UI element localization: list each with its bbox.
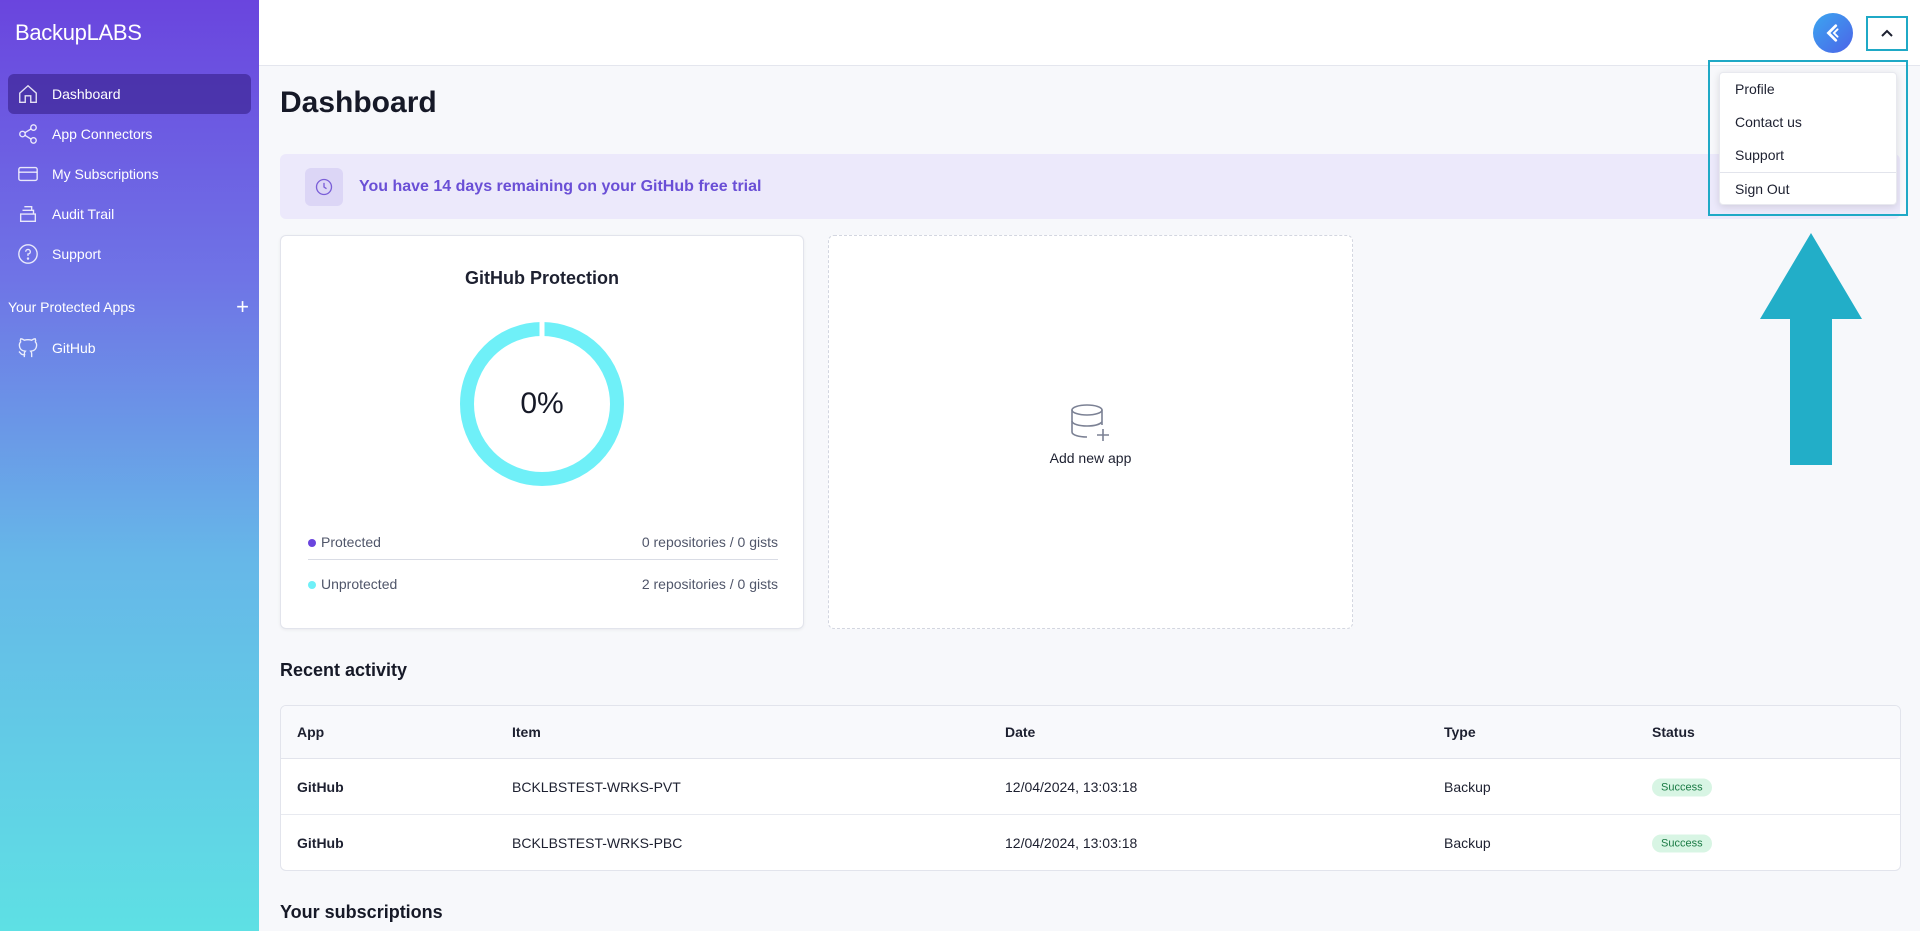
legend-protected: Protected 0 repositories / 0 gists [308,534,778,550]
menu-item-support[interactable]: Support [1735,147,1784,163]
add-app-plus-icon[interactable]: + [236,296,249,318]
add-new-app-card[interactable]: Add new app [828,235,1353,629]
sidebar-item-label: App Connectors [52,126,153,142]
legend-value: 2 repositories / 0 gists [641,576,778,592]
sidebar: BackupLABS Dashboard App Connectors My S… [0,0,259,931]
column-header-app[interactable]: App [297,724,324,740]
github-icon [16,336,40,360]
table-row[interactable]: GitHub BCKLBSTEST-WRKS-PVT 12/04/2024, 1… [281,759,1900,815]
protection-percent: 0% [520,387,564,420]
cell-date: 12/04/2024, 13:03:18 [1005,835,1138,851]
page-title: Dashboard [280,86,437,119]
column-header-type[interactable]: Type [1444,724,1476,740]
protected-dot [308,539,316,548]
home-icon [16,82,40,106]
legend-unprotected: Unprotected 2 repositories / 0 gists [308,576,778,592]
sidebar-item-github[interactable]: GitHub [8,328,251,368]
sidebar-item-support[interactable]: Support [8,234,251,274]
legend-label: Unprotected [321,576,398,592]
column-header-status[interactable]: Status [1652,724,1695,740]
recent-activity-table: App Item Date Type Status GitHub BCKLBST… [280,705,1901,871]
chevron-up-icon [1881,29,1893,37]
credit-card-icon [16,162,40,186]
share-icon [16,122,40,146]
recent-activity-title: Recent activity [280,660,408,680]
legend-value: 0 repositories / 0 gists [641,534,778,550]
legend-divider [308,559,778,560]
sidebar-item-dashboard[interactable]: Dashboard [8,74,251,114]
sidebar-item-audit-trail[interactable]: Audit Trail [8,194,251,234]
user-dropdown-menu: Profile Contact us Support Sign Out [1719,72,1897,205]
table-row[interactable]: GitHub BCKLBSTEST-WRKS-PBC 12/04/2024, 1… [281,815,1900,870]
cell-item: BCKLBSTEST-WRKS-PVT [512,778,681,795]
share-logo-icon [1826,24,1839,42]
subscriptions-title: Your subscriptions [280,902,443,922]
menu-divider [1720,172,1896,173]
sidebar-item-my-subscriptions[interactable]: My Subscriptions [8,154,251,194]
trial-banner-text: You have 14 days remaining on your GitHu… [359,177,762,195]
github-protection-card: GitHub Protection 0% Protected 0 reposit… [280,235,804,629]
cell-app: GitHub [297,778,344,795]
cell-item: BCKLBSTEST-WRKS-PBC [512,835,683,851]
database-plus-icon [1070,404,1109,441]
user-menu-toggle-button[interactable] [1866,16,1908,51]
add-new-app-label: Add new app [1049,450,1132,466]
sidebar-nav: Dashboard App Connectors My Subscription… [8,74,251,274]
cell-type: Backup [1444,778,1491,795]
trial-banner: You have 14 days remaining on your GitHu… [280,154,1900,219]
protected-apps-label: Your Protected Apps [8,299,136,315]
sidebar-item-label: Dashboard [52,86,121,102]
column-header-date[interactable]: Date [1005,724,1035,740]
protection-card-title: GitHub Protection [465,268,619,288]
sidebar-item-app-connectors[interactable]: App Connectors [8,114,251,154]
up-arrow-annotation [1760,233,1862,465]
cell-app: GitHub [297,835,344,851]
sidebar-item-label: My Subscriptions [52,166,159,182]
menu-item-profile[interactable]: Profile [1735,81,1775,97]
clock-icon [305,167,343,206]
cell-date: 12/04/2024, 13:03:18 [1005,778,1138,795]
sidebar-item-label: Audit Trail [52,206,115,222]
cell-type: Backup [1444,835,1491,851]
legend-label: Protected [321,534,381,550]
brand-logo[interactable]: BackupLABS [15,20,142,46]
archive-icon [16,202,40,226]
user-avatar[interactable] [1813,13,1853,53]
menu-item-contact-us[interactable]: Contact us [1735,114,1802,130]
protected-apps-heading: Your Protected Apps + [8,296,251,318]
unprotected-dot [308,581,316,590]
status-badge: Success [1652,834,1712,853]
menu-item-sign-out[interactable]: Sign Out [1735,181,1789,197]
status-badge: Success [1652,778,1712,796]
column-header-item[interactable]: Item [512,724,541,740]
table-header: App Item Date Type Status [281,706,1900,759]
top-bar [259,0,1920,66]
help-circle-icon [16,242,40,266]
sidebar-item-label: GitHub [52,340,96,356]
sidebar-item-label: Support [52,246,102,262]
arrow-shape [1760,233,1862,465]
